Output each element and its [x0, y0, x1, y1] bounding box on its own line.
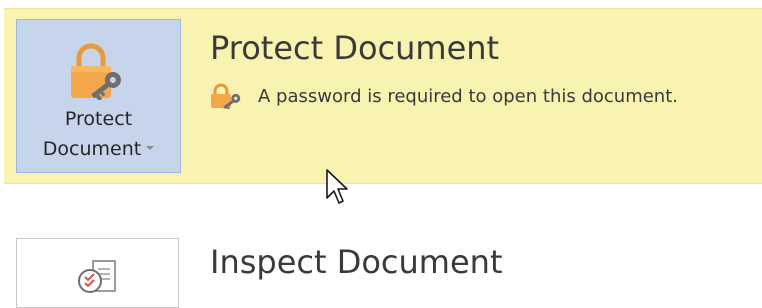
- protect-tile-label-line1: Protect: [64, 108, 133, 130]
- protect-document-section: Protect Document Protect Document A pass…: [4, 8, 762, 184]
- password-status-text: A password is required to open this docu…: [258, 85, 678, 107]
- lock-key-icon: [211, 83, 241, 109]
- inspect-document-button[interactable]: [16, 238, 179, 308]
- protect-tile-label-text: Document: [42, 138, 142, 160]
- chevron-down-icon: [146, 145, 155, 150]
- protect-tile-label-line2: Document: [17, 134, 180, 164]
- lock-key-icon: [70, 43, 121, 100]
- inspect-document-title: Inspect Document: [210, 243, 503, 281]
- inspect-document-icon: [77, 260, 116, 293]
- password-status: A password is required to open this docu…: [210, 83, 678, 109]
- protect-document-button[interactable]: Protect Document: [16, 19, 181, 173]
- mouse-cursor-icon: [326, 169, 348, 204]
- protect-document-title: Protect Document: [210, 29, 500, 67]
